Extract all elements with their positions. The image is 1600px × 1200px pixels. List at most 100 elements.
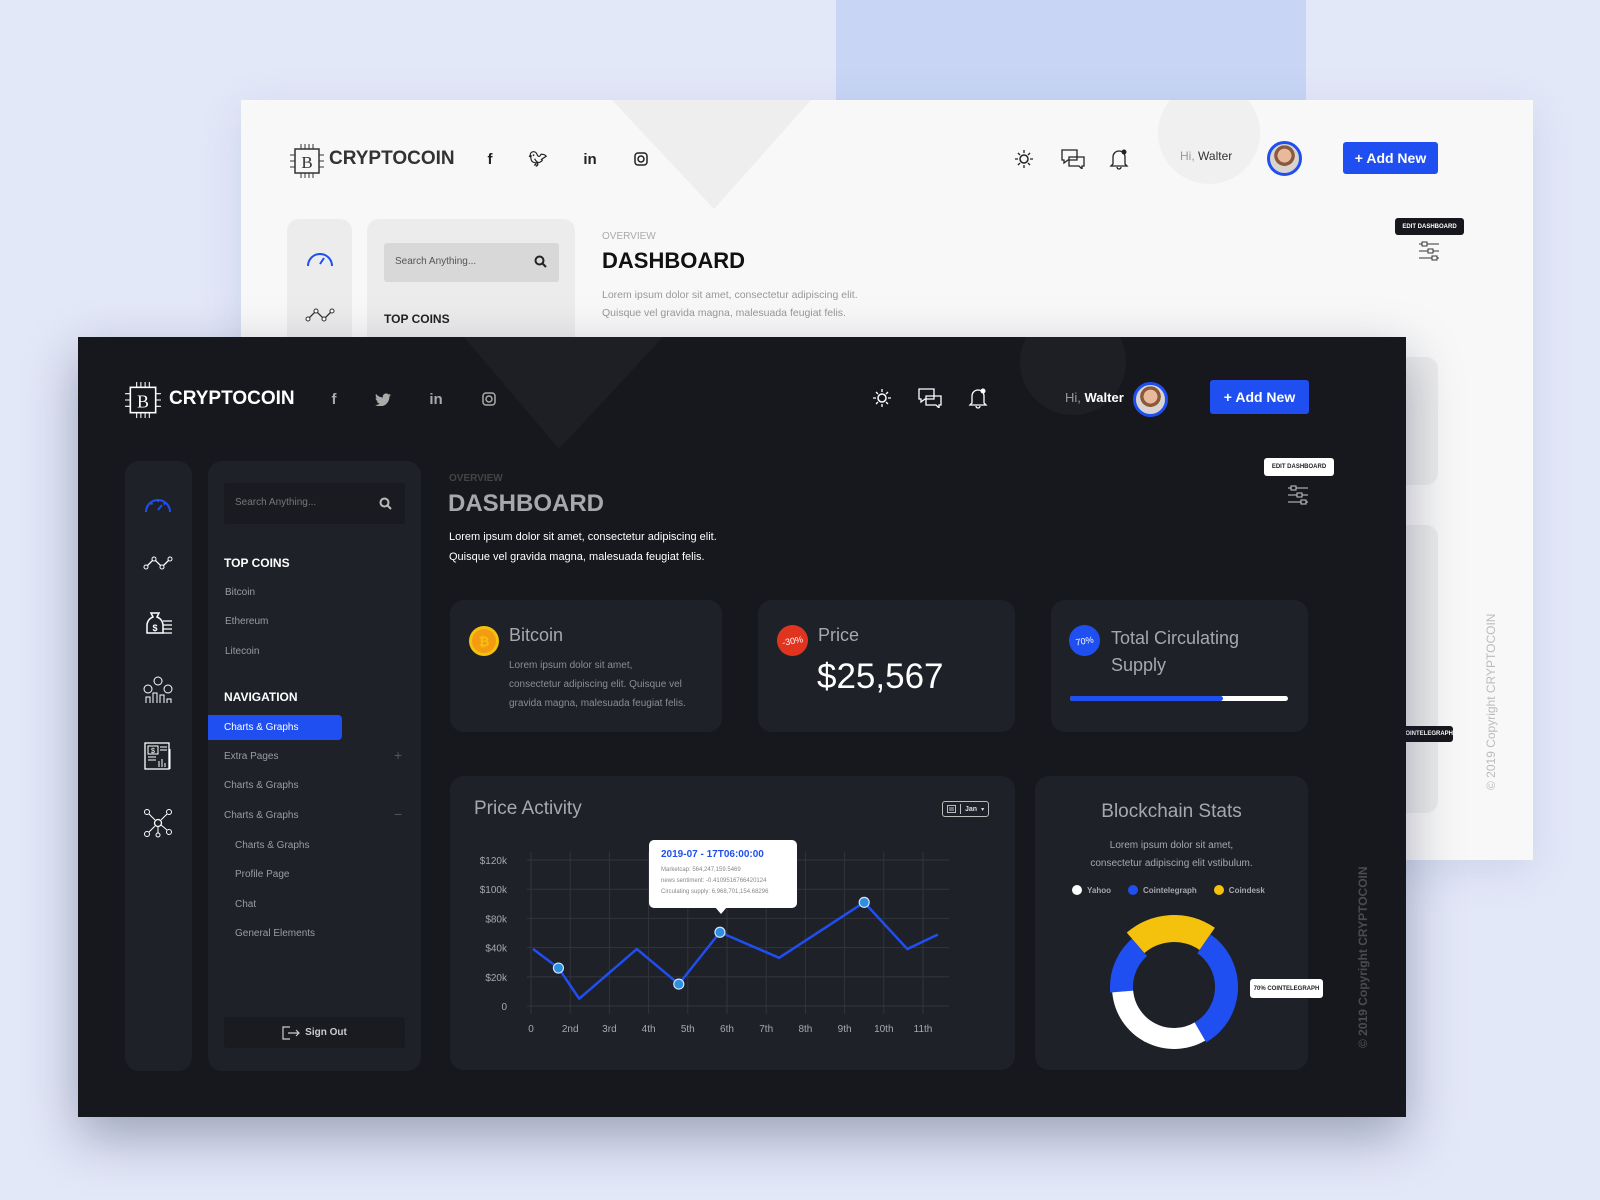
chart-line-icon[interactable] <box>305 307 335 328</box>
notification-bell-icon[interactable] <box>1109 148 1129 175</box>
nav-item-extra-pages[interactable]: Extra Pages <box>224 751 278 762</box>
card-text-line: consectetur adipiscing elit. Quisque vel <box>509 679 682 690</box>
x-tick-label: 2nd <box>562 1024 579 1035</box>
dashboard-gauge-icon[interactable] <box>143 495 173 520</box>
donut-segment-cointelegraph <box>1194 934 1238 1043</box>
add-new-button[interactable]: + Add New <box>1210 380 1309 414</box>
y-tick-label: $100k <box>480 885 508 896</box>
logo-icon: B <box>289 143 325 184</box>
greeting: Hi, Walter <box>1065 390 1124 405</box>
bitcoin-card[interactable]: ₿ Bitcoin Lorem ipsum dolor sit amet, con… <box>450 600 722 732</box>
page-overline: OVERVIEW <box>602 231 656 242</box>
search-input[interactable]: Search Anything... <box>224 483 405 524</box>
search-input[interactable]: Search Anything... <box>384 243 559 282</box>
expand-icon[interactable]: + <box>394 747 402 763</box>
x-tick-label: 7th <box>759 1024 773 1035</box>
nav-item-label: Charts & Graphs <box>224 722 299 733</box>
sign-out-button[interactable]: Sign Out <box>224 1017 405 1048</box>
tooltip-marketcap: Marketcap: 564,247,159.5469 <box>661 867 741 873</box>
sliders-icon[interactable] <box>1418 241 1440 266</box>
brand-name: CRYPTOCOIN <box>329 148 455 169</box>
tooltip-pointer <box>715 907 727 914</box>
greeting-prefix: Hi, <box>1065 390 1081 405</box>
x-tick-label: 8th <box>798 1024 812 1035</box>
data-point-marker <box>858 896 870 908</box>
instagram-icon[interactable] <box>631 149 651 169</box>
subnav-item[interactable]: Charts & Graphs <box>235 840 309 851</box>
dashboard-gauge-icon[interactable] <box>305 249 335 274</box>
notification-bell-icon[interactable] <box>968 387 988 414</box>
y-tick-label: 0 <box>501 1002 507 1013</box>
avatar[interactable] <box>1267 141 1302 176</box>
user-name: Walter <box>1084 390 1124 405</box>
money-bag-icon[interactable]: $ <box>143 607 173 642</box>
svg-text:₿: ₿ <box>479 634 490 649</box>
nav-item-active[interactable]: Charts & Graphs <box>208 715 342 740</box>
chart-line-icon[interactable] <box>143 555 173 576</box>
price-activity-chart: 0 $20k $40k $80k $100k $120k 0 2nd 3rd 4th 5th 6th 7… <box>480 852 949 1035</box>
donut-segment-yahoo <box>1112 990 1206 1049</box>
sliders-icon[interactable] <box>1287 485 1309 510</box>
x-tick-label: 5th <box>681 1024 695 1035</box>
twitter-icon[interactable]: 🐦︎ <box>528 149 548 169</box>
blockchain-donut-chart <box>1110 915 1238 1049</box>
instagram-icon[interactable] <box>479 389 499 409</box>
copyright-text: © 2019 Copyright CRYPTOCOIN <box>1356 866 1370 1048</box>
card-title: Total Circulating Supply <box>1111 625 1239 679</box>
page-overline: OVERVIEW <box>449 473 503 484</box>
messages-icon[interactable] <box>918 388 942 413</box>
sign-out-label: Sign Out <box>305 1027 347 1038</box>
tooltip-supply: Circulating supply: 6,968,701,154.68296 <box>661 889 769 895</box>
price-change-badge: -30% <box>774 622 811 659</box>
financial-report-icon[interactable]: $ <box>143 741 173 776</box>
card-title: Price <box>818 625 860 645</box>
chart-tooltip: 2019-07 - 17T06:00:00 Marketcap: 564,247… <box>649 840 797 914</box>
data-point-marker <box>673 978 685 990</box>
add-new-button[interactable]: + Add New <box>1343 142 1438 174</box>
network-icon[interactable] <box>143 808 173 843</box>
linkedin-icon[interactable]: in <box>426 389 446 409</box>
avatar[interactable] <box>1133 382 1168 417</box>
description-line: Quisque vel gravida magna, malesuada feu… <box>602 307 846 319</box>
theme-toggle-icon[interactable] <box>872 388 892 413</box>
messages-icon[interactable] <box>1061 149 1085 174</box>
facebook-icon[interactable]: f <box>480 149 500 169</box>
x-tick-label: 0 <box>528 1024 534 1035</box>
card-title-line: Total Circulating <box>1111 628 1240 648</box>
y-tick-label: $80k <box>485 914 508 925</box>
subnav-item-general[interactable]: General Elements <box>235 928 315 939</box>
search-placeholder: Search Anything... <box>395 256 477 267</box>
logo-icon: B <box>124 381 162 424</box>
coin-link-ethereum[interactable]: Ethereum <box>225 616 268 627</box>
search-placeholder: Search Anything... <box>235 497 317 508</box>
search-icon[interactable] <box>379 497 392 515</box>
subnav-item-profile[interactable]: Profile Page <box>235 869 289 880</box>
card-title: Bitcoin <box>509 625 564 645</box>
facebook-icon[interactable]: f <box>324 389 344 409</box>
x-tick-label: 9th <box>838 1024 852 1035</box>
price-line <box>532 901 939 1000</box>
nav-item[interactable]: Charts & Graphs <box>224 780 298 791</box>
price-value: $25,567 <box>817 657 944 696</box>
subnav-item-chat[interactable]: Chat <box>235 899 256 910</box>
theme-toggle-icon[interactable] <box>1014 149 1034 174</box>
search-icon[interactable] <box>534 255 547 273</box>
page-title: DASHBOARD <box>448 490 604 517</box>
linkedin-icon[interactable]: in <box>580 149 600 169</box>
twitter-icon[interactable] <box>373 389 393 409</box>
page-description: Lorem ipsum dolor sit amet, consectetur … <box>449 527 717 567</box>
x-tick-label: 3rd <box>602 1024 616 1035</box>
coin-link-litecoin[interactable]: Litecoin <box>225 646 259 657</box>
supply-percent-badge: 70% <box>1066 622 1103 659</box>
blockchain-stats-card: Blockchain Stats Lorem ipsum dolor sit a… <box>1035 776 1323 1070</box>
description-line: Quisque vel gravida magna, malesuada feu… <box>449 551 705 563</box>
x-tick-label: 11th <box>914 1024 933 1035</box>
price-card[interactable]: -30% Price $25,567 <box>758 600 1015 732</box>
nav-item[interactable]: Charts & Graphs <box>224 810 298 821</box>
sign-out-icon <box>282 1025 301 1040</box>
collapse-icon[interactable]: − <box>394 806 402 822</box>
svg-text:$: $ <box>151 748 155 755</box>
supply-card[interactable]: 70% Total Circulating Supply <box>1051 600 1308 732</box>
coin-link-bitcoin[interactable]: Bitcoin <box>225 587 255 598</box>
coin-stats-icon[interactable] <box>143 675 173 710</box>
